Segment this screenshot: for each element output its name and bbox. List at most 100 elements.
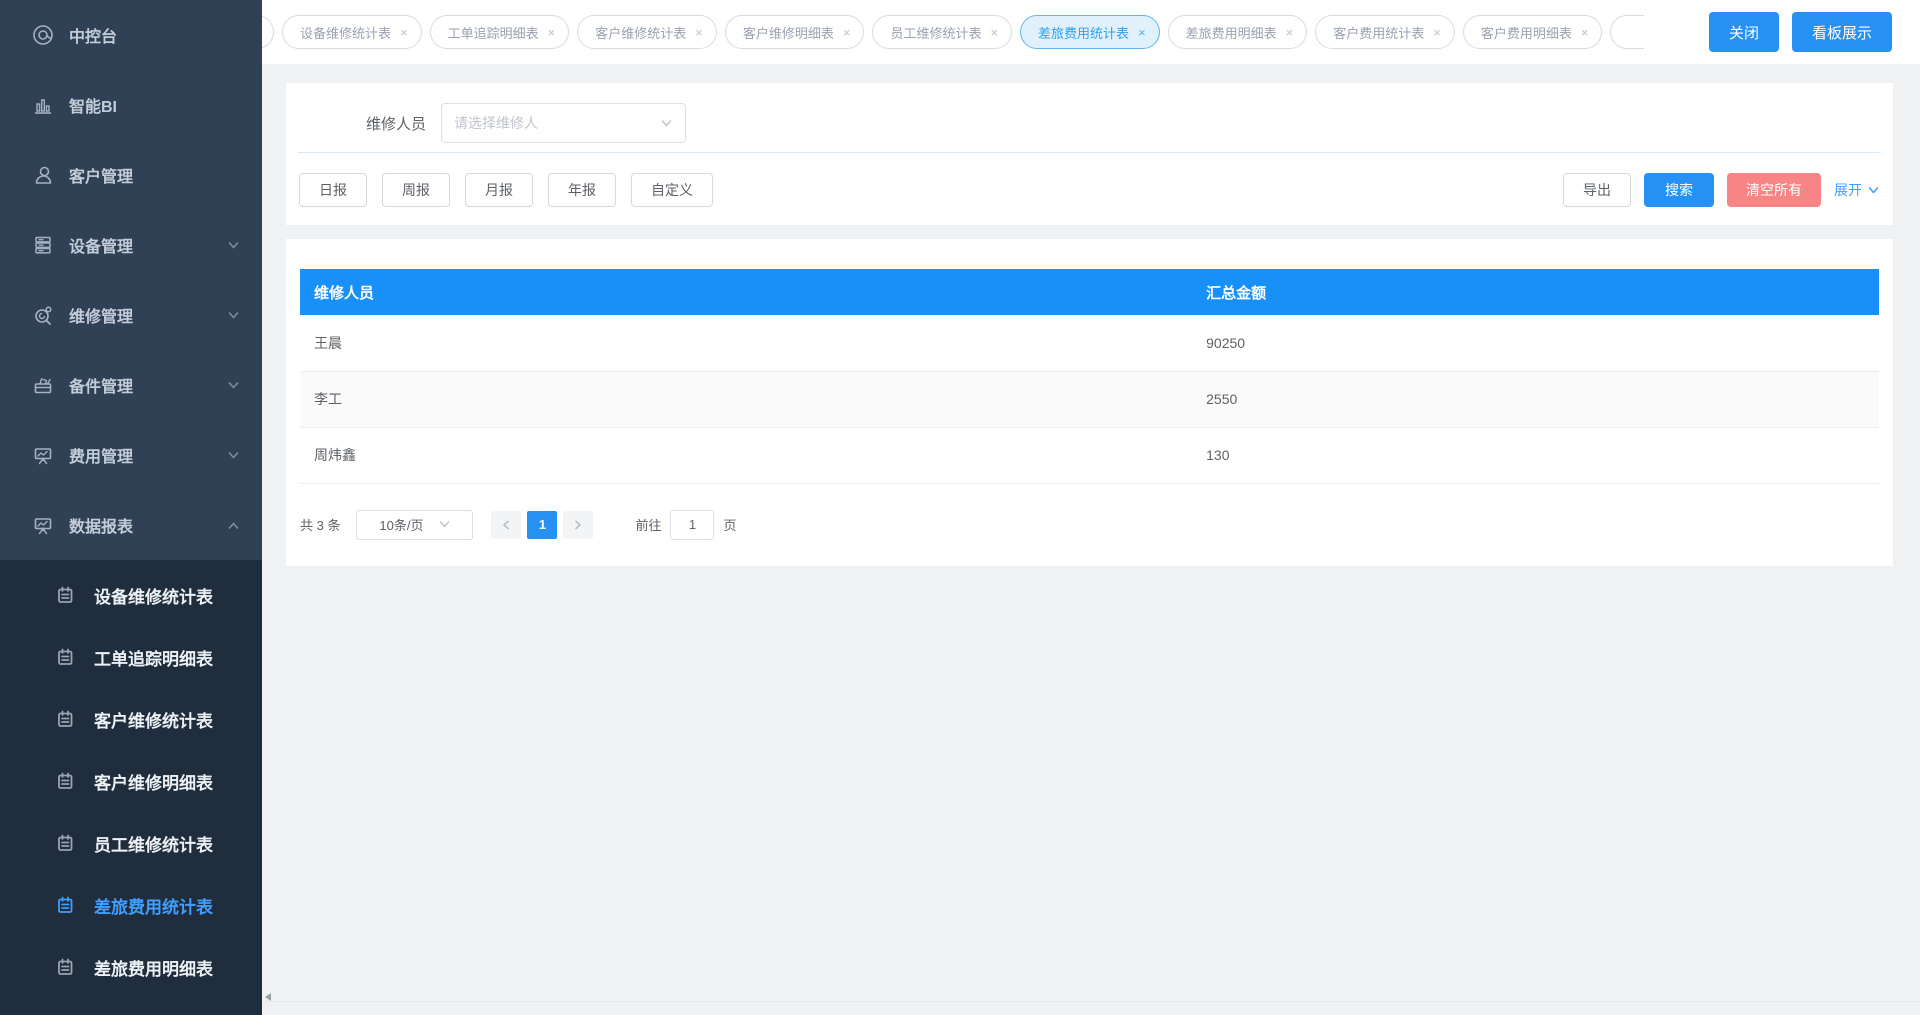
sidebar-item-employee-repair-stats[interactable]: 员工维修统计表 bbox=[0, 812, 262, 874]
sidebar-item-label: 客户维修明细表 bbox=[94, 769, 213, 794]
goto-page-input[interactable] bbox=[670, 510, 714, 540]
sidebar-item-customer-repair-stats[interactable]: 客户维修统计表 bbox=[0, 688, 262, 750]
tab-label: 差旅费用统计表 bbox=[1038, 23, 1129, 42]
tab-partial-left[interactable] bbox=[262, 15, 274, 49]
table-card: 维修人员 汇总金额 王晨 90250 李工 2550 bbox=[286, 239, 1893, 566]
repair-person-label: 维修人员 bbox=[366, 113, 426, 134]
notebook-icon bbox=[55, 709, 75, 729]
next-page-button[interactable] bbox=[563, 511, 593, 539]
current-page-button[interactable]: 1 bbox=[527, 511, 557, 539]
sidebar-item-label: 客户维修统计表 bbox=[94, 707, 213, 732]
sidebar-item-spare-parts[interactable]: 备件管理 bbox=[0, 350, 262, 420]
dashboard-display-button[interactable]: 看板展示 bbox=[1792, 12, 1892, 52]
bi-chart-icon bbox=[32, 94, 54, 116]
tab-travel-expense-detail[interactable]: 差旅费用明细表 × bbox=[1168, 15, 1308, 49]
sidebar-item-repairs[interactable]: 维修管理 bbox=[0, 280, 262, 350]
prev-page-button[interactable] bbox=[491, 511, 521, 539]
tab-label: 设备维修统计表 bbox=[300, 23, 391, 42]
clear-all-button[interactable]: 清空所有 bbox=[1727, 173, 1821, 207]
export-button[interactable]: 导出 bbox=[1563, 173, 1631, 207]
chevron-down-icon bbox=[660, 117, 673, 130]
sidebar-item-device-repair-stats[interactable]: 设备维修统计表 bbox=[0, 564, 262, 626]
tab-customer-expense-stats[interactable]: 客户费用统计表 × bbox=[1315, 15, 1455, 49]
tab-device-repair-stats[interactable]: 设备维修统计表 × bbox=[282, 15, 422, 49]
page-size-value: 10条/页 bbox=[379, 515, 423, 534]
chevron-down-icon bbox=[1867, 184, 1880, 197]
weekly-report-button[interactable]: 周报 bbox=[382, 173, 450, 207]
results-table: 维修人员 汇总金额 王晨 90250 李工 2550 bbox=[300, 269, 1879, 484]
yearly-report-button[interactable]: 年报 bbox=[548, 173, 616, 207]
notebook-icon bbox=[55, 585, 75, 605]
close-icon[interactable]: × bbox=[1286, 26, 1294, 39]
cell-total-amount: 90250 bbox=[1192, 315, 1879, 371]
repair-person-select[interactable]: 请选择维修人 bbox=[441, 103, 686, 143]
custom-report-button[interactable]: 自定义 bbox=[631, 173, 713, 207]
close-icon[interactable]: × bbox=[1433, 26, 1441, 39]
tab-customer-expense-detail[interactable]: 客户费用明细表 × bbox=[1463, 15, 1603, 49]
close-icon[interactable]: × bbox=[400, 26, 408, 39]
tab-customer-repair-detail[interactable]: 客户维修明细表 × bbox=[725, 15, 865, 49]
cell-total-amount: 2550 bbox=[1192, 371, 1879, 427]
goto-label: 前往 bbox=[635, 515, 661, 534]
close-icon[interactable]: × bbox=[1138, 26, 1146, 39]
content-area: 维修人员 请选择维修人 日报 周报 月报 年报 自定义 导出 搜索 bbox=[262, 64, 1920, 1015]
close-icon[interactable]: × bbox=[695, 26, 703, 39]
repair-icon bbox=[32, 304, 54, 326]
daily-report-button[interactable]: 日报 bbox=[299, 173, 367, 207]
table-row: 王晨 90250 bbox=[300, 315, 1879, 371]
close-icon[interactable]: × bbox=[843, 26, 851, 39]
sidebar-item-console[interactable]: 中控台 bbox=[0, 0, 262, 70]
tab-label: 客户费用统计表 bbox=[1333, 23, 1424, 42]
close-icon[interactable]: × bbox=[990, 26, 998, 39]
action-buttons: 导出 搜索 清空所有 展开 bbox=[1563, 173, 1880, 207]
tab-bar: 设备维修统计表 × 工单追踪明细表 × 客户维修统计表 × 客户维修明细表 × … bbox=[262, 0, 1920, 64]
expand-label: 展开 bbox=[1834, 180, 1862, 200]
close-icon[interactable]: × bbox=[548, 26, 556, 39]
tabbar-actions: 关闭 看板展示 bbox=[1709, 12, 1920, 52]
scroll-left-arrow-icon[interactable] bbox=[265, 993, 271, 1001]
sidebar-item-devices[interactable]: 设备管理 bbox=[0, 210, 262, 280]
sidebar-item-label: 员工维修统计表 bbox=[94, 831, 213, 856]
tab-label: 工单追踪明细表 bbox=[448, 23, 539, 42]
sidebar-item-reports[interactable]: 数据报表 bbox=[0, 490, 262, 560]
close-tabs-button[interactable]: 关闭 bbox=[1709, 12, 1779, 52]
customer-icon bbox=[32, 164, 54, 186]
report-type-row: 日报 周报 月报 年报 自定义 导出 搜索 清空所有 展开 bbox=[286, 173, 1893, 207]
sidebar-item-customer-repair-detail[interactable]: 客户维修明细表 bbox=[0, 750, 262, 812]
chevron-down-icon bbox=[438, 518, 451, 531]
tab-partial-right[interactable] bbox=[1610, 15, 1644, 49]
tab-employee-repair-stats[interactable]: 员工维修统计表 × bbox=[872, 15, 1012, 49]
horizontal-scrollbar-track[interactable] bbox=[262, 1001, 1920, 1002]
notebook-icon bbox=[55, 771, 75, 791]
sidebar-item-workorder-trace-detail[interactable]: 工单追踪明细表 bbox=[0, 626, 262, 688]
total-count-label: 共 3 条 bbox=[300, 515, 340, 534]
cell-repair-person: 李工 bbox=[300, 371, 1192, 427]
select-placeholder: 请选择维修人 bbox=[454, 113, 538, 133]
tab-customer-repair-stats[interactable]: 客户维修统计表 × bbox=[577, 15, 717, 49]
sidebar-item-label: 备件管理 bbox=[69, 373, 133, 397]
expand-link[interactable]: 展开 bbox=[1834, 180, 1880, 200]
tab-label: 客户维修明细表 bbox=[743, 23, 834, 42]
sidebar-item-customers[interactable]: 客户管理 bbox=[0, 140, 262, 210]
sidebar-item-label: 费用管理 bbox=[69, 443, 133, 467]
sidebar-item-label: 维修管理 bbox=[69, 303, 133, 327]
column-header-total-amount: 汇总金额 bbox=[1192, 269, 1879, 315]
filter-card: 维修人员 请选择维修人 日报 周报 月报 年报 自定义 导出 搜索 bbox=[286, 83, 1893, 225]
cell-total-amount: 130 bbox=[1192, 427, 1879, 483]
sidebar-item-label: 中控台 bbox=[69, 23, 117, 47]
chevron-down-icon bbox=[227, 379, 240, 392]
sidebar-item-expenses[interactable]: 费用管理 bbox=[0, 420, 262, 490]
sidebar-item-travel-expense-stats[interactable]: 差旅费用统计表 bbox=[0, 874, 262, 936]
monthly-report-button[interactable]: 月报 bbox=[465, 173, 533, 207]
search-button[interactable]: 搜索 bbox=[1644, 173, 1714, 207]
cell-repair-person: 周炜鑫 bbox=[300, 427, 1192, 483]
page-size-select[interactable]: 10条/页 bbox=[356, 510, 473, 540]
close-icon[interactable]: × bbox=[1581, 26, 1589, 39]
sidebar-item-travel-expense-detail[interactable]: 差旅费用明细表 bbox=[0, 936, 262, 998]
tab-label: 员工维修统计表 bbox=[890, 23, 981, 42]
sidebar-item-bi[interactable]: 智能BI bbox=[0, 70, 262, 140]
table-row: 周炜鑫 130 bbox=[300, 427, 1879, 483]
tab-travel-expense-stats[interactable]: 差旅费用统计表 × bbox=[1020, 15, 1160, 49]
tab-workorder-trace-detail[interactable]: 工单追踪明细表 × bbox=[430, 15, 570, 49]
expense-icon bbox=[32, 444, 54, 466]
